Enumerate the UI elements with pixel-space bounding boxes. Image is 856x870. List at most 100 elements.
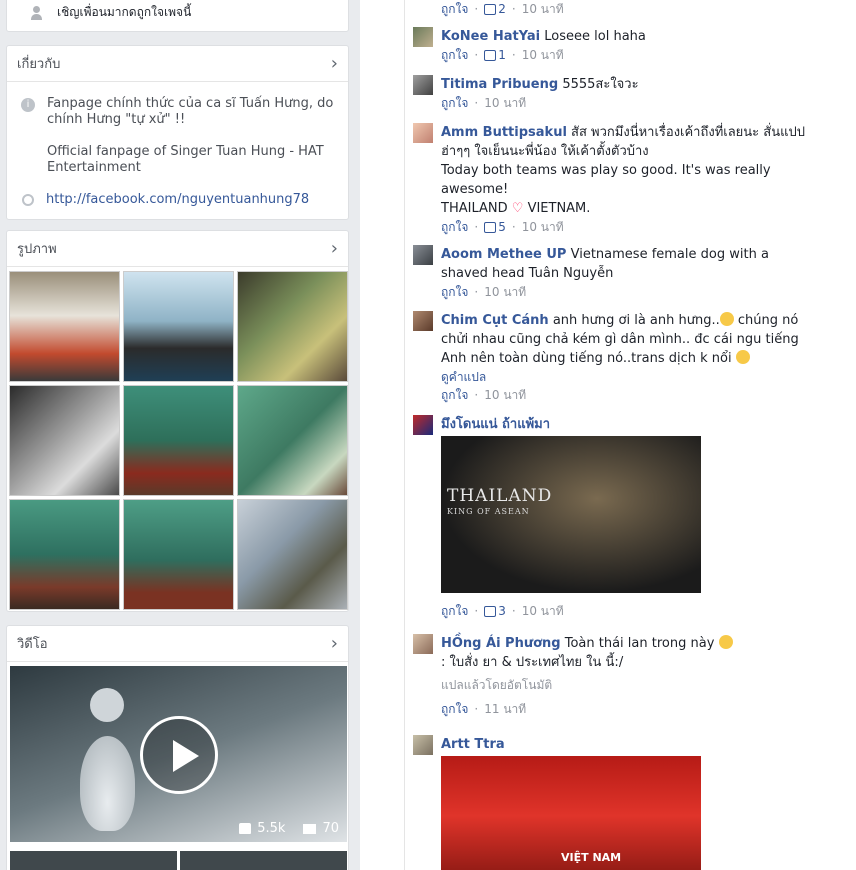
about-desc-en: Official fanpage of Singer Tuan Hung - H… (47, 144, 324, 175)
avatar[interactable] (413, 735, 433, 755)
comment-item: Artt Ttra VIỆT NAM (413, 735, 815, 870)
frowning-face-icon (718, 635, 733, 649)
comment-item: HỒng Ái Phương Toàn thái lan trong này :… (413, 634, 815, 719)
comment-text: Today both teams was play so good. It's … (441, 163, 771, 197)
timestamp[interactable]: 10 นาที (522, 602, 564, 621)
video-stats: 5.5k 70 (239, 821, 339, 836)
video-thumbnail[interactable] (10, 851, 177, 870)
comment-item: Amm Buttipsakul สัส พวกมึงนี่หาเรื่องเค้… (413, 123, 815, 237)
about-desc-vi: Fanpage chính thức của ca sĩ Tuấn Hưng, … (47, 96, 334, 127)
comment-text: Toàn thái lan trong này (564, 636, 715, 651)
see-translation-link[interactable]: ดูคำแปล (441, 368, 815, 386)
grimacing-face-icon (735, 350, 750, 364)
chevron-right-icon[interactable]: › (331, 634, 338, 653)
about-header[interactable]: เกี่ยวกับ › (7, 46, 348, 82)
avatar[interactable] (413, 245, 433, 265)
snowman-body (80, 736, 135, 831)
commenter-name[interactable]: Amm Buttipsakul (441, 125, 567, 140)
auto-translated-label[interactable]: แปลแล้วโดยอัตโนมัติ (441, 676, 815, 694)
avatar[interactable] (413, 75, 433, 95)
like-link[interactable]: ถูกใจ (441, 218, 468, 237)
about-website: http://facebook.com/nguyentuanhung78 (21, 192, 309, 207)
photos-card: รูปภาพ › (6, 230, 349, 612)
comment-image[interactable]: THAILAND KING OF ASEAN (441, 436, 701, 593)
like-count[interactable]: 2 (498, 0, 506, 19)
like-link[interactable]: ถูกใจ (441, 700, 468, 719)
snowman-head (90, 688, 124, 722)
video-like-count: 5.5k (257, 821, 286, 836)
about-card: เกี่ยวกับ › i Fanpage chính thức của ca … (6, 45, 349, 220)
video-comment-count: 70 (322, 821, 339, 836)
photo-thumbnail[interactable] (123, 271, 234, 382)
person-icon (31, 5, 43, 20)
avatar[interactable] (413, 634, 433, 654)
comment-item: KoNee HatYai Loseee lol haha ถูกใจ · 1 · 1… (413, 27, 815, 65)
photo-thumbnail[interactable] (9, 385, 120, 496)
avatar[interactable] (413, 27, 433, 47)
timestamp[interactable]: 10 นาที (484, 283, 526, 302)
commenter-name[interactable]: Chim Cụt Cánh (441, 313, 549, 328)
avatar[interactable] (413, 123, 433, 143)
invite-friends-card[interactable]: เชิญเพื่อนมากดถูกใจเพจนี้ (6, 0, 349, 32)
about-title: เกี่ยวกับ (17, 57, 61, 72)
like-link[interactable]: ถูกใจ (441, 46, 468, 65)
timestamp[interactable]: 10 นาที (484, 94, 526, 113)
like-link[interactable]: ถูกใจ (441, 283, 468, 302)
heart-icon: ♡ (511, 201, 524, 216)
photos-header[interactable]: รูปภาพ › (7, 231, 348, 267)
photo-thumbnail[interactable] (237, 271, 348, 382)
like-link[interactable]: ถูกใจ (441, 602, 468, 621)
like-link[interactable]: ถูกใจ (441, 94, 468, 113)
image-text: VIỆT NAM (561, 851, 622, 864)
image-title: THAILAND (447, 486, 553, 506)
image-subtitle: KING OF ASEAN (447, 507, 530, 516)
commenter-name[interactable]: Titima Pribueng (441, 77, 558, 92)
timestamp[interactable]: 11 นาที (484, 700, 526, 719)
video-player[interactable]: 5.5k 70 (10, 666, 347, 842)
like-count[interactable]: 1 (498, 46, 506, 65)
like-link[interactable]: ถูกใจ (441, 386, 468, 405)
commenter-name[interactable]: HỒng Ái Phương (441, 636, 561, 651)
chevron-right-icon[interactable]: › (331, 54, 338, 73)
comment-icon (303, 823, 317, 834)
video-thumbnail[interactable] (180, 851, 347, 870)
thumbs-up-icon (484, 222, 497, 233)
photo-thumbnail[interactable] (237, 385, 348, 496)
avatar[interactable] (413, 415, 433, 435)
invite-text[interactable]: เชิญเพื่อนมากดถูกใจเพจนี้ (57, 3, 191, 22)
video-thumbnails (10, 851, 347, 870)
comment-item: Titima Pribueng 5555สะใจวะ ถูกใจ · 10 นาท… (413, 75, 815, 113)
timestamp[interactable]: 10 นาที (484, 386, 526, 405)
like-link[interactable]: ถูกใจ (441, 0, 468, 19)
videos-header[interactable]: วิดีโอ › (7, 626, 348, 662)
comment-image[interactable]: VIỆT NAM (441, 756, 701, 870)
commenter-name[interactable]: KoNee HatYai (441, 29, 540, 44)
like-icon (239, 823, 252, 834)
relieved-face-icon (719, 312, 734, 326)
comment-text: Loseee lol haha (544, 29, 646, 44)
commenter-name[interactable]: Aoom Methee UP (441, 247, 566, 262)
photo-thumbnail[interactable] (123, 499, 234, 610)
photo-thumbnail[interactable] (237, 499, 348, 610)
photo-thumbnail[interactable] (123, 385, 234, 496)
comments-column: ถูกใจ · 2 · 10 นาที KoNee HatYai Loseee lo… (360, 0, 856, 870)
play-icon[interactable] (140, 716, 218, 794)
commenter-name[interactable]: มึงโดนแน่ ถ้าแพ้มา (441, 417, 550, 432)
timestamp[interactable]: 10 นาที (522, 46, 564, 65)
avatar[interactable] (413, 311, 433, 331)
like-count[interactable]: 3 (498, 602, 506, 621)
thumbs-up-icon (484, 50, 497, 61)
timestamp[interactable]: 10 นาที (522, 0, 564, 19)
website-link[interactable]: http://facebook.com/nguyentuanhung78 (46, 192, 309, 207)
photos-title: รูปภาพ (17, 242, 57, 257)
comment-item: Aoom Methee UP Vietnamese female dog wit… (413, 245, 815, 302)
photo-grid (9, 271, 348, 610)
like-count[interactable]: 5 (498, 218, 506, 237)
photo-thumbnail[interactable] (9, 271, 120, 382)
photo-thumbnail[interactable] (9, 499, 120, 610)
timestamp[interactable]: 10 นาที (522, 218, 564, 237)
translated-text: : ใบสั่ง ยา & ประเทศไทย ใน นี้:/ (441, 655, 624, 670)
left-column: เชิญเพื่อนมากดถูกใจเพจนี้ เกี่ยวกับ › i … (0, 0, 360, 870)
commenter-name[interactable]: Artt Ttra (441, 737, 505, 752)
chevron-right-icon[interactable]: › (331, 239, 338, 258)
